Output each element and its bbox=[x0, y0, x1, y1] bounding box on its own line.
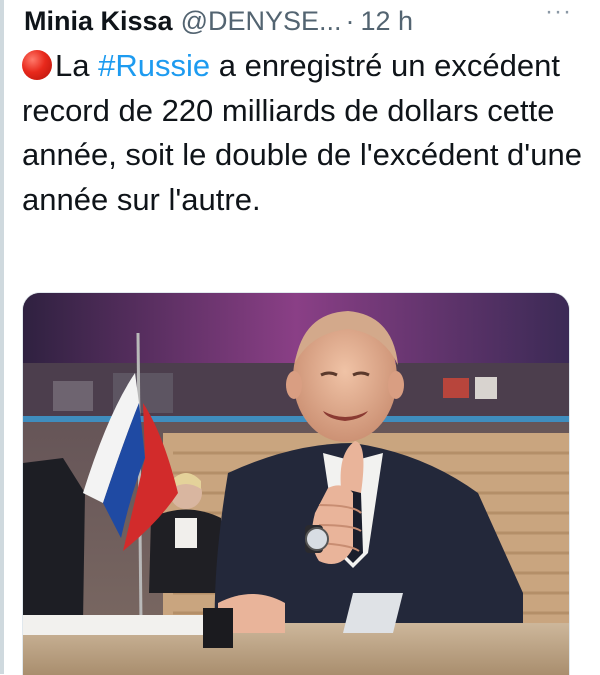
author-name[interactable]: Minia Kissa bbox=[24, 6, 173, 37]
tweet-header: Minia Kissa @DENYSE... · 12 h ··· bbox=[24, 0, 580, 38]
photo-illustration bbox=[23, 293, 569, 675]
tweet-text-before: La bbox=[55, 48, 99, 83]
more-options-icon[interactable]: ··· bbox=[545, 0, 572, 26]
author-handle[interactable]: @DENYSE... bbox=[181, 6, 342, 37]
separator-dot: · bbox=[345, 5, 355, 36]
red-circle-icon bbox=[22, 50, 52, 80]
tweet-photo[interactable] bbox=[22, 292, 570, 675]
hashtag-link[interactable]: #Russie bbox=[98, 48, 210, 83]
tweet-timestamp[interactable]: 12 h bbox=[361, 6, 414, 37]
thread-connector-line bbox=[0, 0, 4, 674]
tweet-text: La #Russie a enregistré un excédent reco… bbox=[22, 44, 582, 222]
